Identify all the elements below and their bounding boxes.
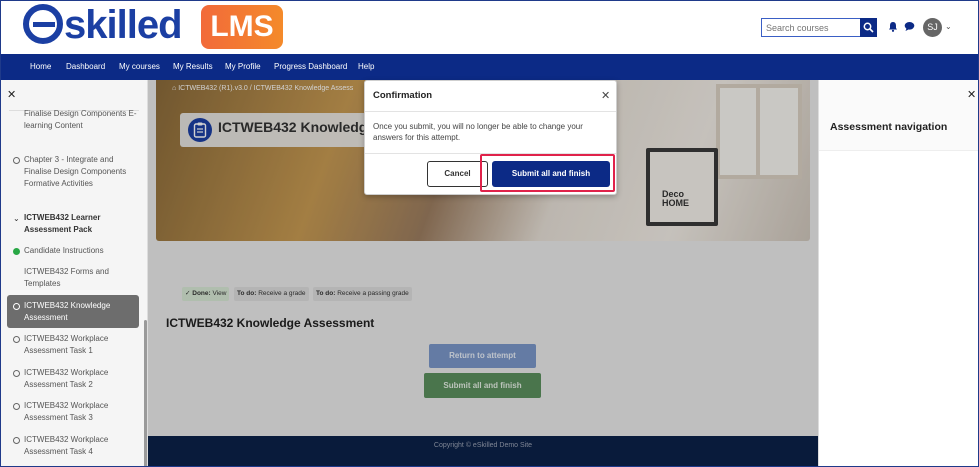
course-index-item-label: Chapter 3 - Integrate and Finalise Desig… [24,155,127,188]
eskilled-logo[interactable]: skilled [23,3,183,48]
course-index-item[interactable]: ICTWEB432 Forms and Templates [9,266,141,290]
modal-body: Once you submit, you will no longer be a… [373,122,583,142]
course-index-item-label: Finalise Design Components E-learning Co… [24,109,137,130]
primary-navigation: Home Dashboard My courses My Results My … [1,54,978,80]
course-index-drawer: ✕ Finalise Design Components E-learning … [1,80,148,466]
close-icon[interactable]: ✕ [7,88,16,101]
lms-badge: LMS [201,5,283,49]
search-button[interactable] [860,18,877,37]
cancel-button[interactable]: Cancel [427,161,488,187]
drawer-header [819,80,978,150]
search-icon [863,22,874,33]
highlight-annotation [480,154,615,192]
modal-title: Confirmation [373,90,433,101]
course-index-item[interactable]: ICTWEB432 Workplace Assessment Task 2 [9,367,141,391]
app-frame: skilled LMS SJ ⌄ Home Dashboard My cours… [0,0,979,467]
user-avatar[interactable]: SJ [923,18,942,37]
bell-icon[interactable] [888,21,898,32]
nav-my-profile[interactable]: My Profile [225,54,261,80]
modal-divider [365,111,616,112]
circle-icon [13,437,20,444]
course-index-item-label: ICTWEB432 Workplace Assessment Task 4 [24,435,109,456]
course-index-section-label: ICTWEB432 Learner Assessment Pack [24,213,101,234]
nav-dashboard[interactable]: Dashboard [66,54,105,80]
search-input[interactable] [761,18,861,37]
top-header: skilled LMS SJ ⌄ [1,1,978,54]
search-box [761,18,877,37]
nav-home[interactable]: Home [30,54,51,80]
nav-my-courses[interactable]: My courses [119,54,160,80]
course-index-item[interactable]: ICTWEB432 Workplace Assessment Task 4 [9,434,141,458]
nav-progress-dashboard[interactable]: Progress Dashboard [274,54,347,80]
course-index-item-label: ICTWEB432 Forms and Templates [24,267,109,288]
circle-icon [13,303,20,310]
nav-help[interactable]: Help [358,54,374,80]
logo-e-mark [23,4,63,44]
drawer-divider [819,150,978,151]
completed-dot-icon [13,248,20,255]
chevron-down-icon[interactable]: ⌄ [945,22,952,31]
course-index-item-active[interactable]: ICTWEB432 Knowledge Assessment [7,295,139,328]
chat-icon[interactable] [904,21,915,32]
course-index-section[interactable]: ⌄ ICTWEB432 Learner Assessment Pack [9,212,141,236]
course-index-item[interactable]: ICTWEB432 Workplace Assessment Task 1 [9,333,141,357]
course-index-item[interactable]: Finalise Design Components E-learning Co… [9,108,141,132]
course-index-item[interactable]: ICTWEB432 Workplace Assessment Task 3 [9,400,141,424]
course-index-item-label: ICTWEB432 Knowledge Assessment [24,301,111,322]
course-index-item-label: ICTWEB432 Workplace Assessment Task 1 [24,334,109,355]
circle-icon [13,157,20,164]
circle-icon [13,370,20,377]
assessment-navigation-title: Assessment navigation [830,121,948,133]
course-index-item-label: ICTWEB432 Workplace Assessment Task 2 [24,368,109,389]
close-icon[interactable]: ✕ [601,89,610,102]
circle-icon [13,336,20,343]
circle-icon [13,403,20,410]
course-index-item-label: ICTWEB432 Workplace Assessment Task 3 [24,401,109,422]
drawer-scrollbar[interactable] [144,320,147,466]
chevron-down-icon[interactable]: ⌄ [13,213,20,225]
course-index-item[interactable]: Chapter 3 - Integrate and Finalise Desig… [9,154,141,190]
course-index-item-label: Candidate Instructions [24,246,104,255]
close-icon[interactable]: ✕ [967,88,976,101]
nav-my-results[interactable]: My Results [173,54,213,80]
course-index-item[interactable]: Candidate Instructions [9,245,141,257]
assessment-navigation-drawer: ✕ Assessment navigation [818,80,978,466]
